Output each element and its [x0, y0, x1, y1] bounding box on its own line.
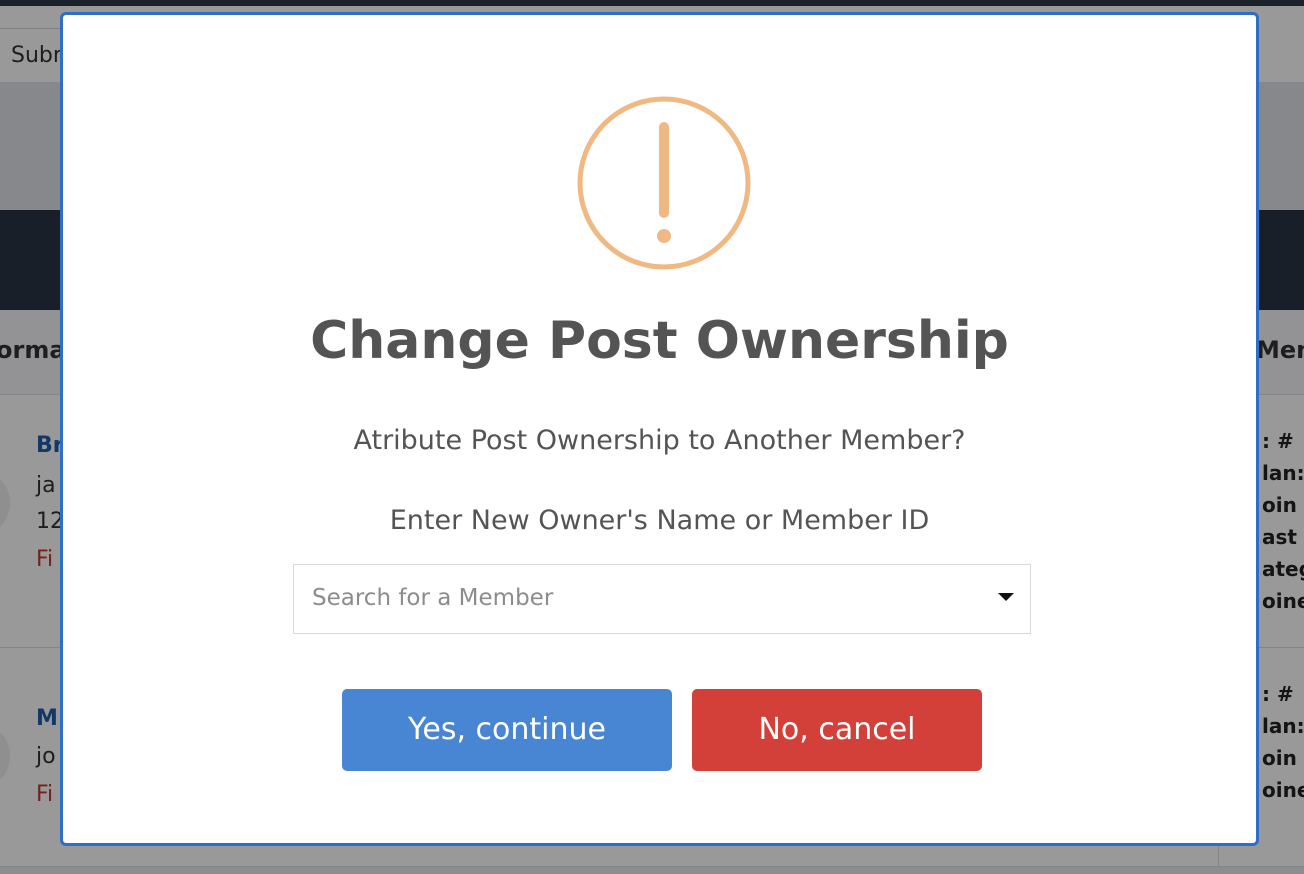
change-ownership-dialog: Change Post Ownership Atribute Post Owne…: [60, 12, 1259, 846]
exclamation-circle-icon: [577, 96, 751, 270]
dialog-instruction: Enter New Owner's Name or Member ID: [389, 505, 930, 536]
member-search-select[interactable]: Search for a Member: [293, 564, 1031, 634]
dialog-title: Change Post Ownership: [310, 311, 1009, 371]
confirm-button[interactable]: Yes, continue: [342, 689, 672, 771]
cancel-button[interactable]: No, cancel: [692, 689, 982, 771]
dialog-question: Atribute Post Ownership to Another Membe…: [353, 425, 966, 456]
member-search-placeholder: Search for a Member: [312, 585, 554, 611]
caret-down-icon[interactable]: [998, 593, 1014, 601]
